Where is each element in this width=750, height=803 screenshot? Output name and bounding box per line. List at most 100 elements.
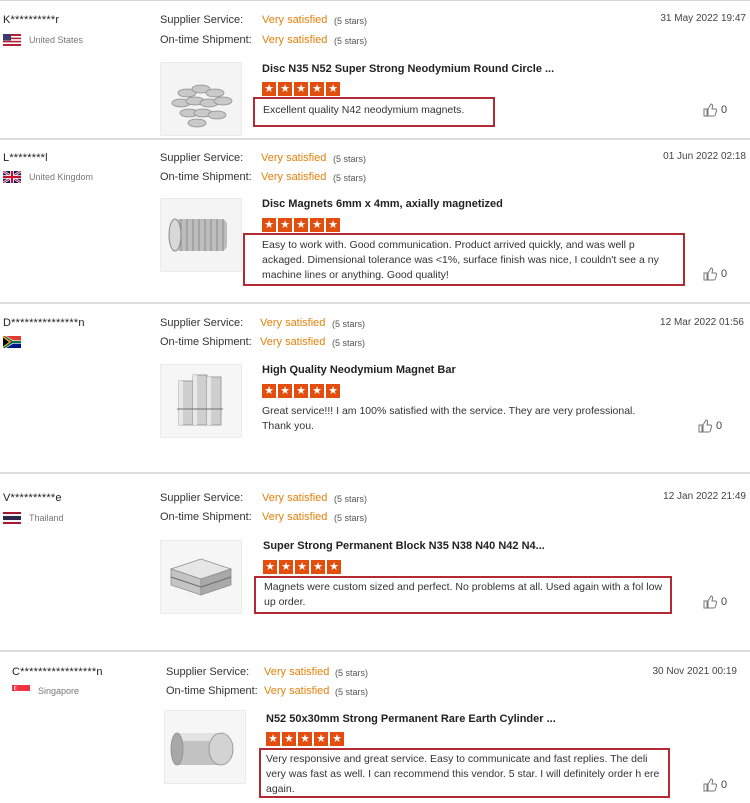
star-icon: ★ (326, 384, 340, 398)
star-icon: ★ (298, 732, 312, 746)
product-thumbnail[interactable] (160, 198, 242, 272)
review-date: 30 Nov 2021 00:19 (652, 666, 737, 677)
ontime-shipment-label: On-time Shipment: (160, 336, 252, 348)
reviewer-name: V**********e (3, 492, 62, 504)
ontime-shipment-label: On-time Shipment: (160, 171, 252, 183)
star-icon: ★ (314, 732, 328, 746)
product-title-link[interactable]: High Quality Neodymium Magnet Bar (262, 364, 456, 376)
country-name: United States (29, 35, 84, 45)
reviewer-country (3, 336, 29, 348)
supplier-service-label: Supplier Service: (166, 666, 250, 678)
star-icon: ★ (310, 384, 324, 398)
reviewer-country: United Kingdom (3, 171, 93, 183)
star-icon: ★ (263, 560, 277, 574)
star-icon: ★ (278, 384, 292, 398)
review-date: 12 Jan 2022 21:49 (663, 491, 746, 502)
star-icon: ★ (282, 732, 296, 746)
like-button[interactable]: 0 (703, 267, 727, 281)
ontime-shipment-stars: (5 stars) (334, 36, 368, 46)
reviewer-name: K**********r (3, 14, 60, 26)
reviewer-country: Thailand (3, 512, 64, 524)
country-name: Singapore (38, 686, 80, 696)
supplier-service-label: Supplier Service: (160, 14, 244, 26)
like-button[interactable]: 0 (703, 103, 727, 117)
supplier-service-stars: (5 stars) (334, 494, 368, 504)
supplier-service-label: Supplier Service: (160, 317, 244, 329)
south-africa-flag-icon (3, 336, 21, 348)
ontime-shipment-stars: (5 stars) (333, 173, 367, 183)
product-title-link[interactable]: Disc Magnets 6mm x 4mm, axially magnetiz… (262, 198, 503, 210)
thumbs-up-icon (703, 595, 717, 609)
review-card: C*****************n Singapore Supplier S… (0, 652, 750, 803)
ontime-shipment-label: On-time Shipment: (166, 685, 258, 697)
thumbs-up-icon (703, 267, 717, 281)
supplier-service-value: Very satisfied (264, 666, 330, 678)
supplier-service-value: Very satisfied (262, 492, 328, 504)
star-icon: ★ (294, 218, 308, 232)
product-thumbnail[interactable] (160, 62, 242, 136)
star-icon: ★ (279, 560, 293, 574)
highlight-box (253, 97, 495, 127)
supplier-service-label: Supplier Service: (160, 152, 244, 164)
thumbs-up-icon (698, 419, 712, 433)
ontime-shipment-label: On-time Shipment: (160, 34, 252, 46)
star-icon: ★ (330, 732, 344, 746)
ontime-shipment-value: Very satisfied (262, 511, 328, 523)
review-feedback: Great service!!! I am 100% satisfied wit… (262, 405, 636, 432)
product-rating-stars: ★ ★ ★ ★ ★ (262, 384, 340, 398)
product-title-link[interactable]: Super Strong Permanent Block N35 N38 N40… (263, 540, 545, 552)
review-date: 01 Jun 2022 02:18 (663, 151, 746, 162)
reviewer-name: L********l (3, 152, 48, 164)
singapore-flag-icon (12, 685, 30, 697)
reviewer-country: Singapore (12, 685, 79, 697)
ontime-shipment-value: Very satisfied (264, 685, 330, 697)
highlight-box (243, 233, 685, 286)
review-card: V**********e Thailand Supplier Service: … (0, 474, 750, 648)
like-button[interactable]: 0 (698, 419, 722, 433)
supplier-service-value: Very satisfied (260, 317, 326, 329)
reviewer-name: D***************n (3, 317, 85, 329)
like-count: 0 (721, 104, 728, 116)
star-icon: ★ (262, 384, 276, 398)
ontime-shipment-value: Very satisfied (260, 336, 326, 348)
highlight-box (259, 748, 670, 798)
star-icon: ★ (311, 560, 325, 574)
product-title-link[interactable]: N52 50x30mm Strong Permanent Rare Earth … (266, 713, 556, 725)
star-icon: ★ (278, 218, 292, 232)
star-icon: ★ (294, 82, 308, 96)
like-count: 0 (721, 779, 728, 791)
highlight-box (254, 576, 672, 614)
star-icon: ★ (310, 82, 324, 96)
like-count: 0 (721, 596, 728, 608)
like-count: 0 (716, 420, 723, 432)
star-icon: ★ (295, 560, 309, 574)
product-thumbnail[interactable] (160, 364, 242, 438)
supplier-service-label: Supplier Service: (160, 492, 244, 504)
ontime-shipment-value: Very satisfied (261, 171, 327, 183)
ontime-shipment-stars: (5 stars) (332, 338, 366, 348)
like-button[interactable]: 0 (703, 778, 727, 792)
review-card: D***************n Supplier Service: Very… (0, 304, 750, 470)
star-icon: ★ (262, 218, 276, 232)
review-card: L********l United Kingdom Supplier Servi… (0, 140, 750, 300)
thailand-flag-icon (3, 512, 21, 524)
ontime-shipment-stars: (5 stars) (335, 687, 369, 697)
product-rating-stars: ★ ★ ★ ★ ★ (266, 732, 344, 746)
supplier-service-value: Very satisfied (262, 14, 328, 26)
review-date: 12 Mar 2022 01:56 (660, 317, 744, 328)
ontime-shipment-value: Very satisfied (262, 34, 328, 46)
country-name: Thailand (29, 513, 64, 523)
ontime-shipment-label: On-time Shipment: (160, 511, 252, 523)
reviewer-name: C*****************n (12, 666, 103, 678)
product-title-link[interactable]: Disc N35 N52 Super Strong Neodymium Roun… (262, 63, 554, 75)
star-icon: ★ (294, 384, 308, 398)
product-thumbnail[interactable] (164, 710, 246, 784)
like-button[interactable]: 0 (703, 595, 727, 609)
thumbs-up-icon (703, 103, 717, 117)
us-flag-icon (3, 34, 21, 46)
product-thumbnail[interactable] (160, 540, 242, 614)
ontime-shipment-stars: (5 stars) (334, 513, 368, 523)
product-rating-stars: ★ ★ ★ ★ ★ (262, 82, 340, 96)
supplier-service-stars: (5 stars) (333, 154, 367, 164)
review-card: K**********r United States Supplier Serv… (0, 0, 750, 136)
